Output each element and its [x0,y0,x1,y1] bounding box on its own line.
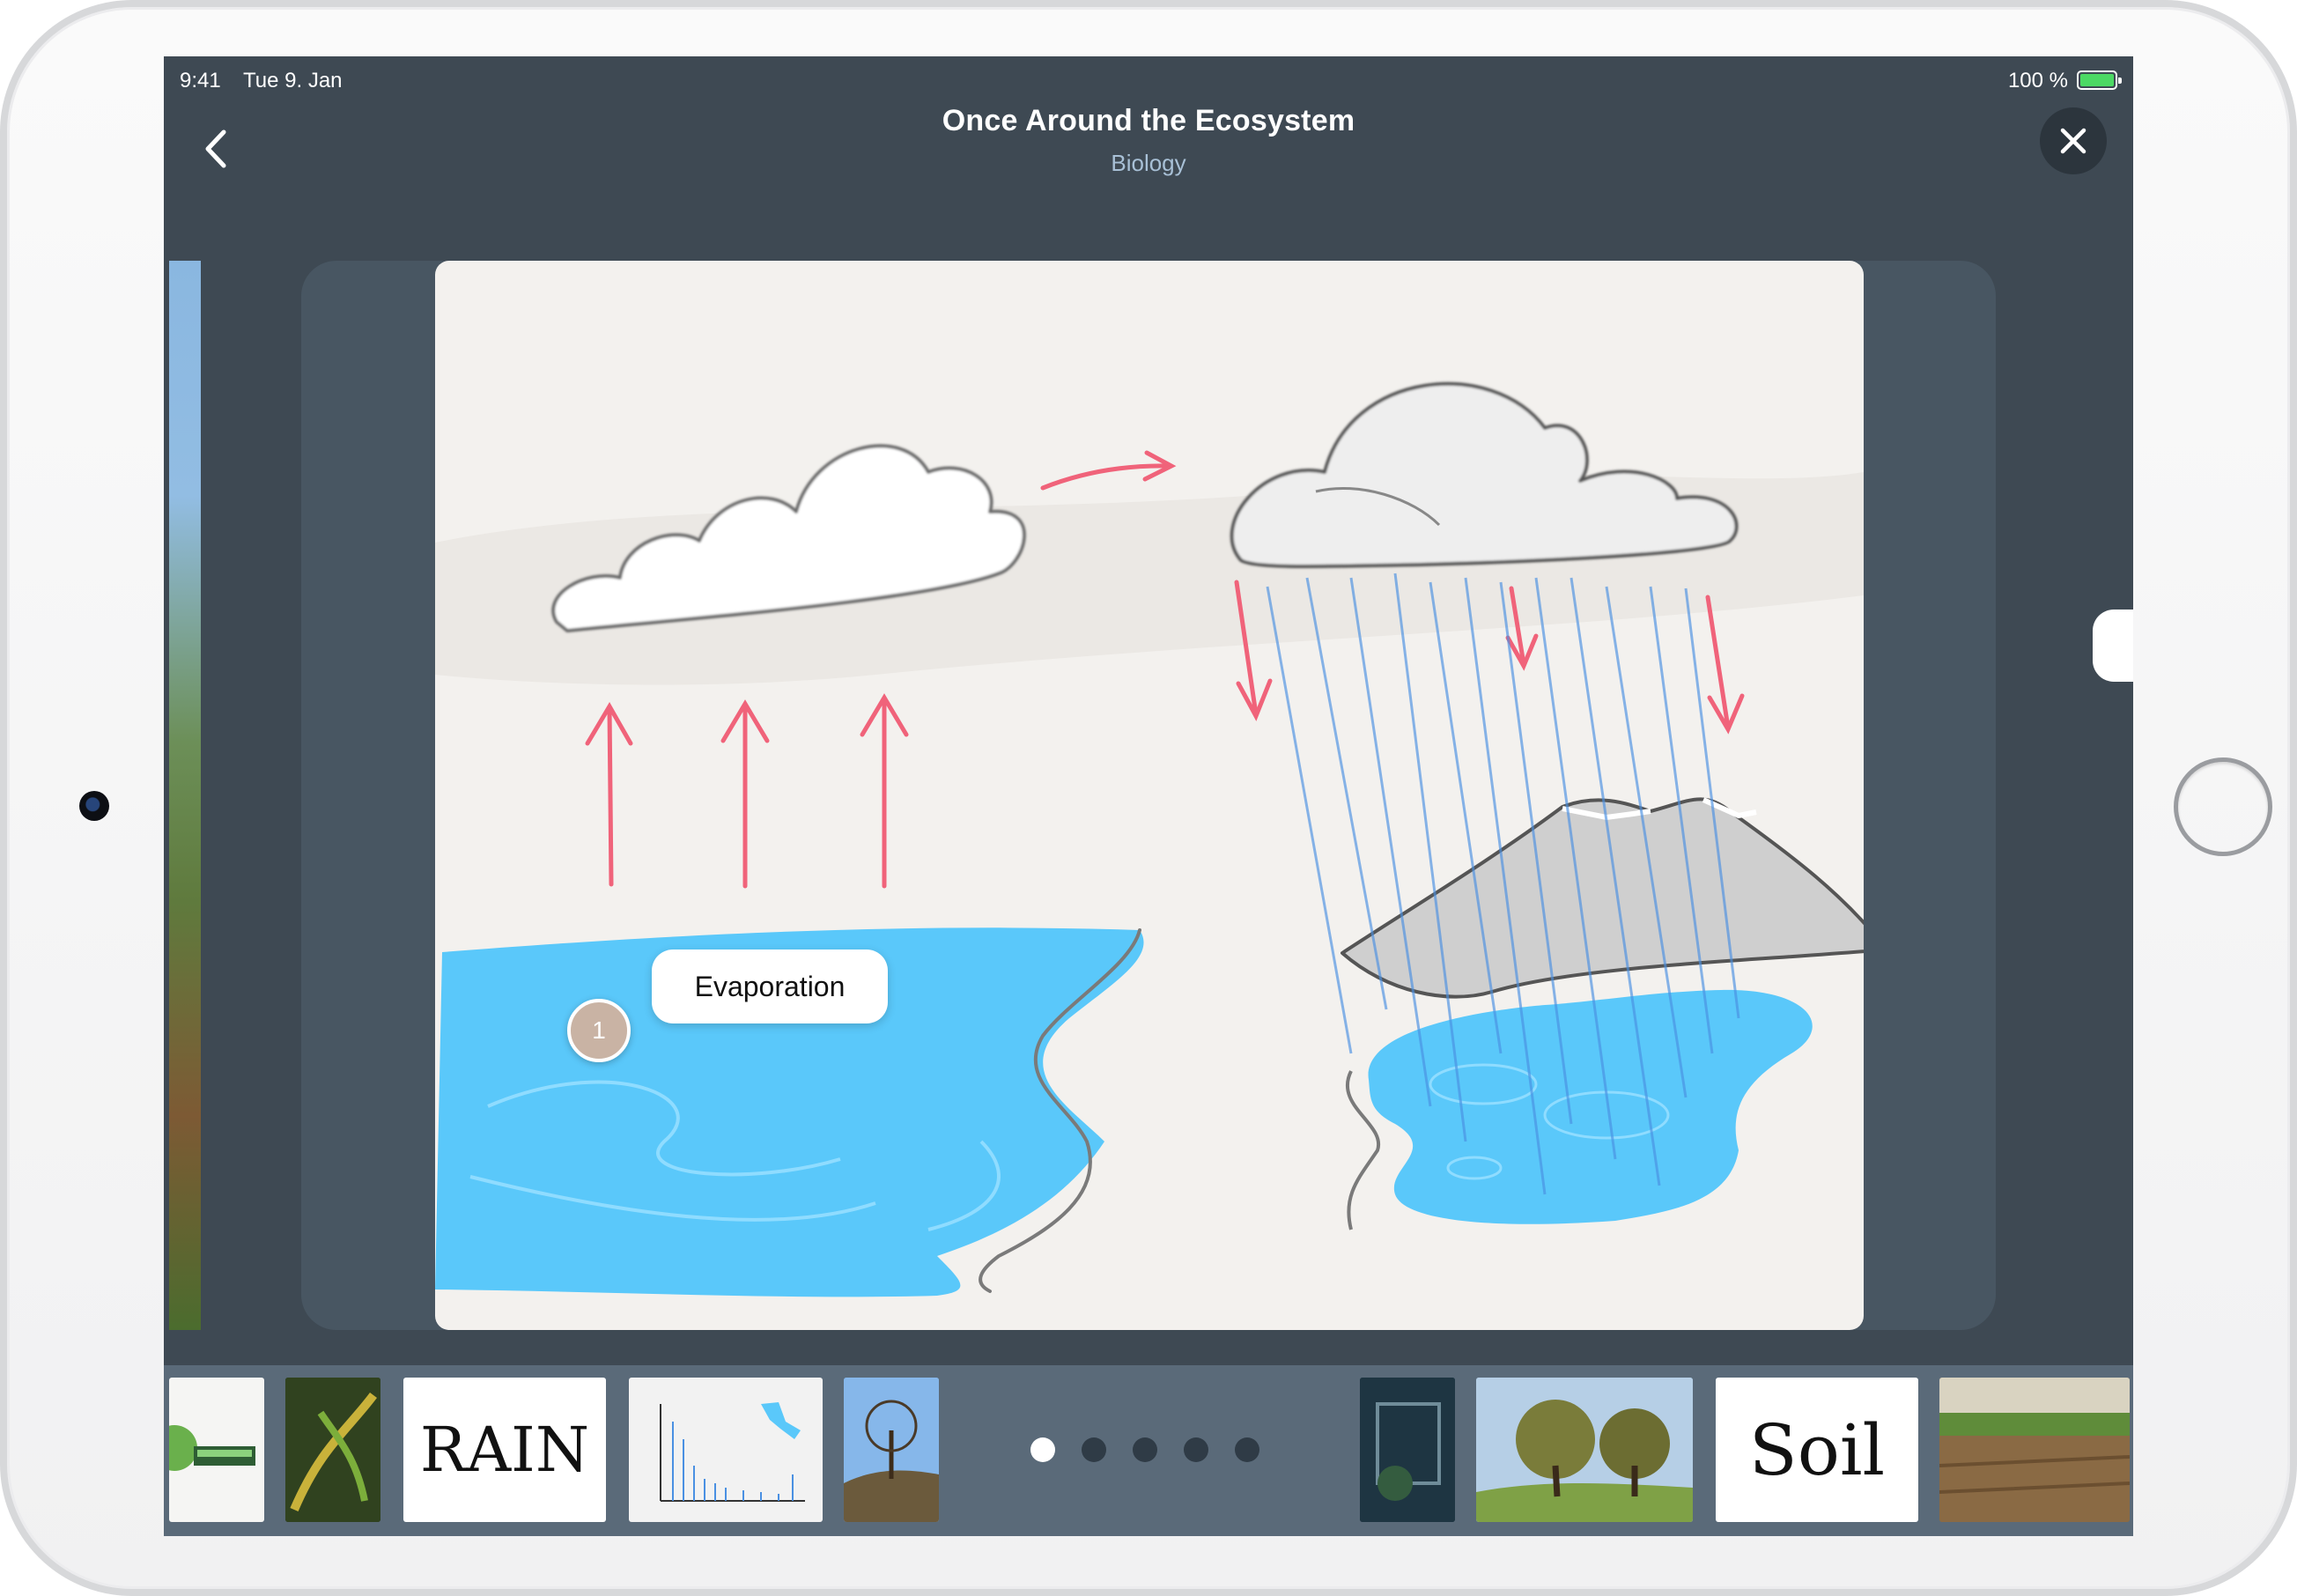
home-button[interactable] [2174,757,2272,856]
thumbnail-strip[interactable]: RAIN Soil [164,1365,2133,1536]
status-date: Tue 9. Jan [243,69,343,92]
thumbnail-oak-trees[interactable] [1476,1378,1693,1522]
soil-thumbnail-text: Soil [1748,1408,1886,1491]
thumbnail-rain-drawing[interactable]: RAIN [403,1378,606,1522]
page-indicator[interactable] [1030,1437,1259,1464]
previous-page-peek[interactable] [169,261,201,1330]
page-dot-5[interactable] [1235,1437,1259,1462]
page-dot-3[interactable] [1133,1437,1157,1462]
battery-fill [2080,74,2114,86]
page-title: Once Around the Ecosystem [942,104,1355,137]
thumbnail-field-soil[interactable] [1939,1378,2130,1522]
battery-icon [2077,70,2122,90]
evaporation-arrows [585,693,909,889]
page-dot-4[interactable] [1184,1437,1208,1462]
thumbnail-greenhouse[interactable] [1360,1378,1455,1522]
status-bar: 9:41 Tue 9. Jan 100 % [164,56,2133,106]
status-time: 9:41 [180,69,221,92]
thumbnail-soil-drawing[interactable]: Soil [1716,1378,1918,1522]
right-cloud [1230,381,1739,569]
side-panel-handle[interactable] [2093,610,2133,682]
app-screen: 9:41 Tue 9. Jan 100 % Once Around the Ec… [164,56,2133,1536]
thumbnail-logo-sign[interactable] [169,1378,264,1522]
page-dot-1[interactable] [1030,1437,1055,1462]
evaporation-callout[interactable]: Evaporation [652,949,888,1023]
hotspot-marker[interactable]: 1 [567,999,631,1062]
thumbnail-tree-hill[interactable] [844,1378,939,1522]
front-camera [79,791,109,821]
mountain [1341,797,1864,999]
page-subtitle: Biology [1111,150,1186,176]
close-icon [2060,128,2087,154]
rain-thumbnail-text: RAIN [419,1414,590,1486]
thumbnail-plant-closeup[interactable] [285,1378,380,1522]
water-cycle-slide[interactable]: 1 Evaporation [435,261,1864,1330]
close-button[interactable] [2040,107,2107,174]
thumbnail-chart[interactable] [629,1378,823,1522]
transfer-arrow [1040,450,1177,491]
water-cycle-illustration [435,381,1864,1297]
battery-percent: 100 % [2007,69,2068,92]
page-dot-2[interactable] [1082,1437,1106,1462]
